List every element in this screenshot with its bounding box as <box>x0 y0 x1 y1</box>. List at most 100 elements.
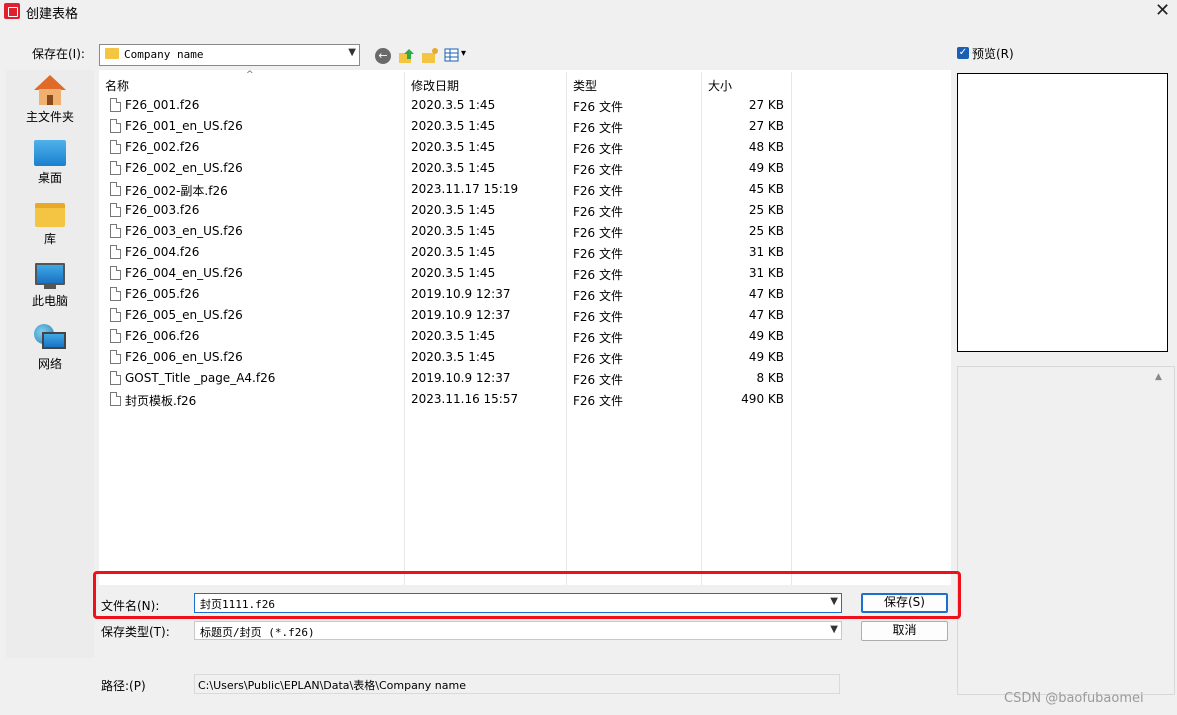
file-type: F26 文件 <box>573 247 623 261</box>
filetype-label: 保存类型(T): <box>101 625 170 639</box>
up-folder-button[interactable] <box>398 47 416 65</box>
file-date: 2020.3.5 1:45 <box>411 119 496 133</box>
place-desktop[interactable]: 桌面 <box>6 140 94 186</box>
column-header-type[interactable]: 类型 <box>573 77 597 94</box>
place-network[interactable]: 网络 <box>6 324 94 372</box>
column-header-size[interactable]: 大小 <box>708 77 732 94</box>
file-row[interactable]: F26_003.f26 2020.3.5 1:45 F26 文件 25 KB <box>99 200 951 221</box>
window-title: 创建表格 <box>26 7 79 22</box>
file-size: 49 KB <box>748 329 784 343</box>
file-icon <box>110 266 121 280</box>
place-this-pc[interactable]: 此电脑 <box>6 263 94 309</box>
file-size: 31 KB <box>748 266 784 280</box>
path-value: C:\Users\Public\EPLAN\Data\表格\Company na… <box>198 679 466 692</box>
file-row[interactable]: 封页模板.f26 2023.11.16 15:57 F26 文件 490 KB <box>99 389 951 410</box>
place-label: 库 <box>43 232 56 246</box>
place-library[interactable]: 库 <box>6 203 94 247</box>
file-size: 49 KB <box>748 350 784 364</box>
file-row[interactable]: F26_004.f26 2020.3.5 1:45 F26 文件 31 KB <box>99 242 951 263</box>
back-button[interactable]: ← <box>375 48 391 64</box>
view-grid-icon <box>444 48 459 62</box>
file-icon <box>110 224 121 238</box>
file-row[interactable]: F26_005_en_US.f26 2019.10.9 12:37 F26 文件 47… <box>99 305 951 326</box>
file-type: F26 文件 <box>573 100 623 114</box>
place-label: 主文件夹 <box>25 110 74 124</box>
filename-label: 文件名(N): <box>101 599 160 613</box>
filetype-select[interactable]: 标题页/封页 (*.f26) ▼ <box>194 621 842 640</box>
file-row[interactable]: F26_005.f26 2019.10.9 12:37 F26 文件 47 KB <box>99 284 951 305</box>
view-arrow-icon: ▾ <box>461 48 467 59</box>
watermark: CSDN @baofubaomei <box>1004 691 1144 706</box>
file-row[interactable]: F26_001_en_US.f26 2020.3.5 1:45 F26 文件 27 K… <box>99 116 951 137</box>
file-row[interactable]: GOST_Title _page_A4.f26 2019.10.9 12:37 F2… <box>99 368 951 389</box>
chevron-down-icon: ▼ <box>348 47 356 58</box>
file-icon <box>110 308 121 322</box>
preview-pane <box>957 73 1168 352</box>
chevron-down-icon: ▼ <box>830 624 838 635</box>
cancel-button[interactable]: 取消 <box>861 621 948 641</box>
save-button[interactable]: 保存(S) <box>861 593 948 613</box>
file-date: 2020.3.5 1:45 <box>411 98 496 112</box>
file-name: F26_005.f26 <box>125 287 200 301</box>
file-icon <box>110 98 121 112</box>
file-size: 490 KB <box>741 392 784 406</box>
file-row[interactable]: F26_002_en_US.f26 2020.3.5 1:45 F26 文件 49 K… <box>99 158 951 179</box>
file-size: 25 KB <box>748 203 784 217</box>
save-in-combo[interactable]: Company name ▼ <box>99 44 360 66</box>
save-in-value: Company name <box>124 48 204 61</box>
file-row[interactable]: F26_004_en_US.f26 2020.3.5 1:45 F26 文件 31 K… <box>99 263 951 284</box>
new-folder-button[interactable] <box>421 47 439 65</box>
file-type: F26 文件 <box>573 352 623 366</box>
file-name: F26_004.f26 <box>125 245 200 259</box>
filename-value: 封页1111.f26 <box>200 598 275 611</box>
column-header-date[interactable]: 修改日期 <box>411 77 459 94</box>
file-size: 48 KB <box>748 140 784 154</box>
preview-checkbox[interactable]: ✓ <box>957 47 969 59</box>
file-type: F26 文件 <box>573 121 623 135</box>
library-icon <box>35 203 65 227</box>
file-name: GOST_Title _page_A4.f26 <box>125 371 276 385</box>
view-menu-button[interactable]: ▾ <box>444 47 470 65</box>
file-type: F26 文件 <box>573 310 623 324</box>
file-icon <box>110 140 121 154</box>
file-type: F26 文件 <box>573 394 623 408</box>
file-size: 27 KB <box>748 98 784 112</box>
file-name: F26_003.f26 <box>125 203 200 217</box>
file-name: F26_006.f26 <box>125 329 200 343</box>
place-label: 此电脑 <box>31 294 68 308</box>
new-folder-icon <box>422 48 438 63</box>
file-row[interactable]: F26_003_en_US.f26 2020.3.5 1:45 F26 文件 25 K… <box>99 221 951 242</box>
file-date: 2020.3.5 1:45 <box>411 203 496 217</box>
scroll-up-icon[interactable]: ▲ <box>1155 372 1162 382</box>
file-list[interactable]: ^ 名称 修改日期 类型 大小 F26_001.f26 2020.3.5 1:45… <box>99 70 951 585</box>
close-button[interactable]: ✕ <box>1148 0 1177 22</box>
file-type: F26 文件 <box>573 268 623 282</box>
filetype-value: 标题页/封页 (*.f26) <box>200 626 315 639</box>
file-date: 2023.11.16 15:57 <box>411 392 519 406</box>
title-bar: 创建表格 ✕ <box>0 0 1177 22</box>
save-in-label: 保存在(I): <box>32 47 85 61</box>
file-row[interactable]: F26_006_en_US.f26 2020.3.5 1:45 F26 文件 49 K… <box>99 347 951 368</box>
info-panel <box>957 366 1175 695</box>
file-row[interactable]: F26_002-副本.f26 2023.11.17 15:19 F26 文件 45 K… <box>99 179 951 200</box>
file-icon <box>110 392 121 406</box>
filename-input[interactable]: 封页1111.f26 ▼ <box>194 593 842 613</box>
file-date: 2020.3.5 1:45 <box>411 350 496 364</box>
chevron-down-icon[interactable]: ▼ <box>830 596 838 607</box>
file-row[interactable]: F26_006.f26 2020.3.5 1:45 F26 文件 49 KB <box>99 326 951 347</box>
file-row[interactable]: F26_002.f26 2020.3.5 1:45 F26 文件 48 KB <box>99 137 951 158</box>
place-home[interactable]: 主文件夹 <box>6 75 94 125</box>
file-icon <box>110 245 121 259</box>
file-type: F26 文件 <box>573 184 623 198</box>
file-name: F26_001_en_US.f26 <box>125 119 243 133</box>
file-type: F26 文件 <box>573 373 623 387</box>
file-type: F26 文件 <box>573 163 623 177</box>
file-name: F26_005_en_US.f26 <box>125 308 243 322</box>
file-name: F26_002_en_US.f26 <box>125 161 243 175</box>
file-type: F26 文件 <box>573 331 623 345</box>
file-row[interactable]: F26_001.f26 2020.3.5 1:45 F26 文件 27 KB <box>99 95 951 116</box>
file-name: 封页模板.f26 <box>125 394 197 408</box>
column-header-name[interactable]: 名称 <box>105 77 129 94</box>
file-name: F26_003_en_US.f26 <box>125 224 243 238</box>
file-date: 2020.3.5 1:45 <box>411 329 496 343</box>
